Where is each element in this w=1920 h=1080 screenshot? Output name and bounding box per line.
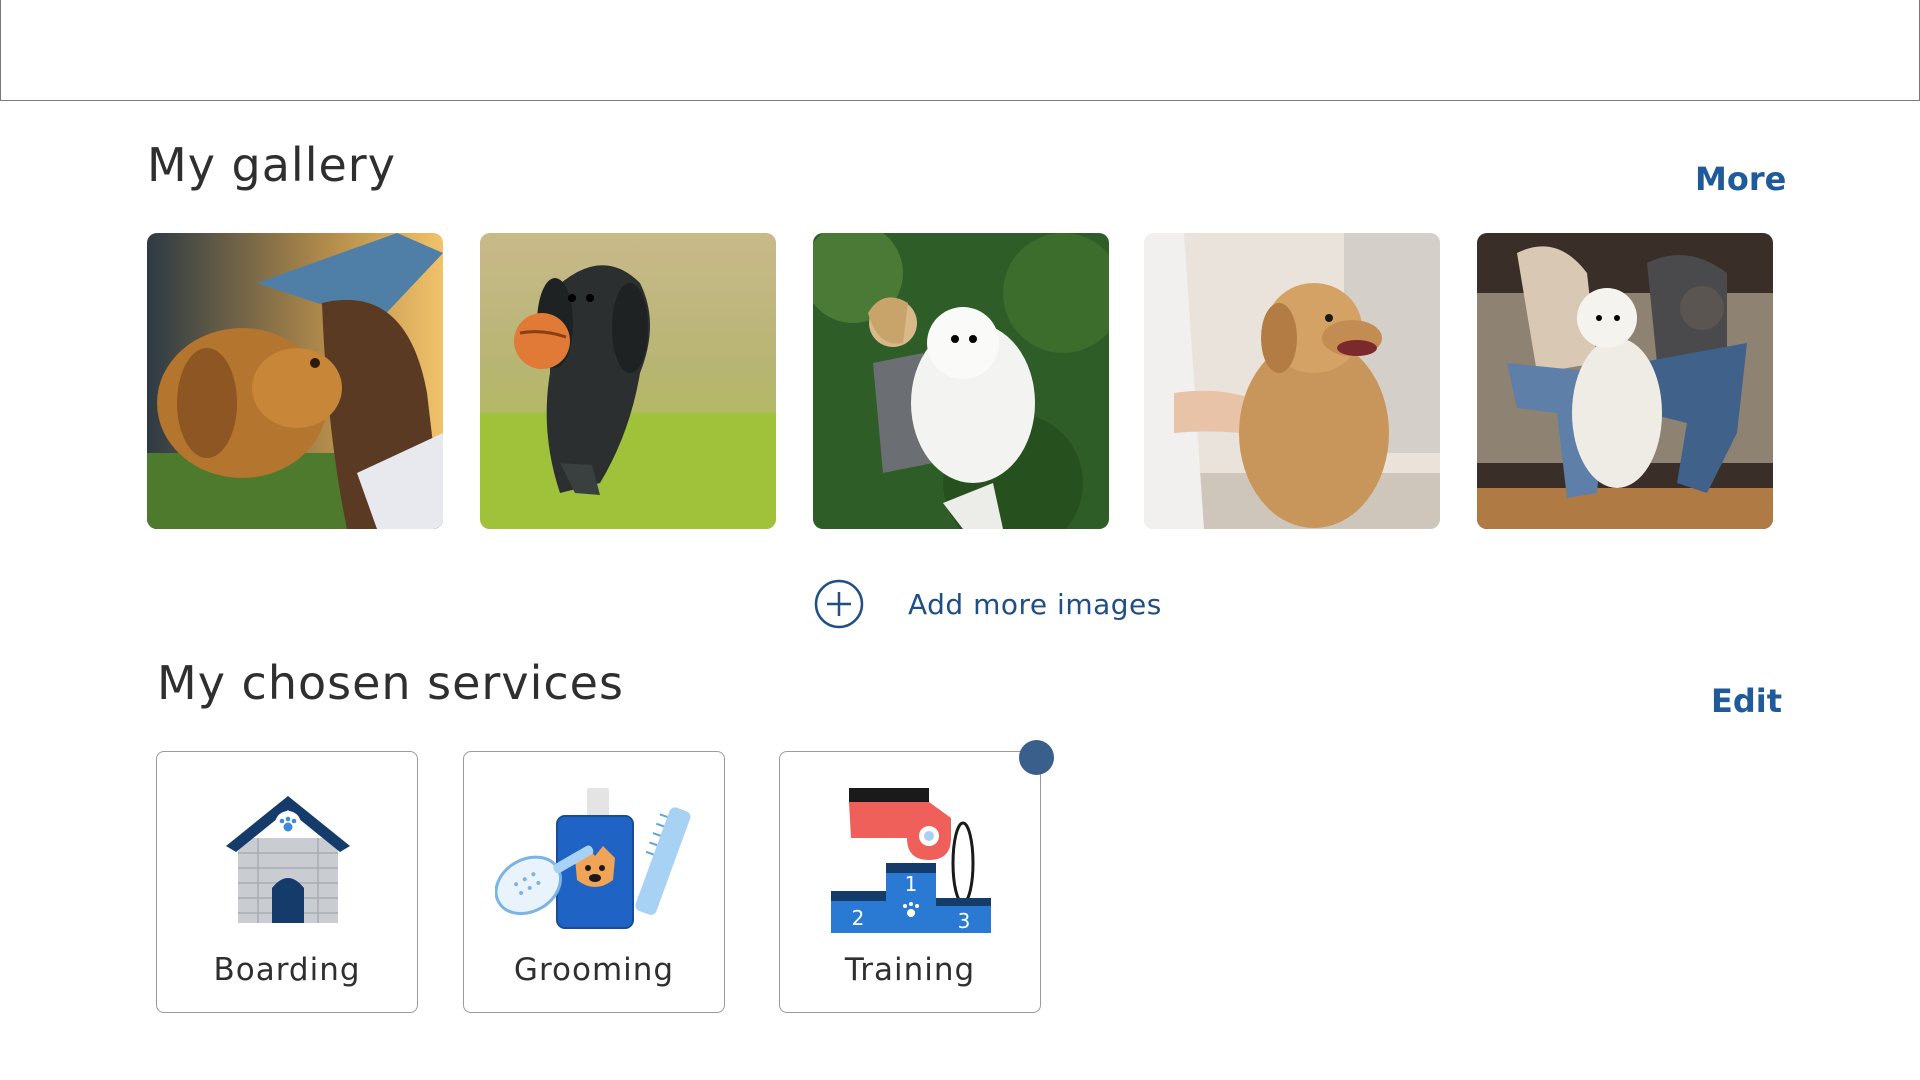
golden-retriever-with-woman-photo [147,233,443,529]
gallery-title: My gallery [147,138,396,192]
service-card-boarding[interactable]: Boarding [156,751,418,1013]
dog-house-icon [226,796,350,923]
add-more-images-label: Add more images [908,587,1162,621]
service-label-boarding: Boarding [213,952,361,988]
gallery-image-3[interactable] [813,233,1109,529]
woman-holding-samoyed-photo [813,233,1109,529]
training-podium-whistle-icon: 1 2 3 [831,788,991,933]
gallery-image-1[interactable] [147,233,443,529]
services-edit-link[interactable]: Edit [1711,682,1782,720]
top-header-bar [0,0,1920,101]
gallery-image-5[interactable] [1477,233,1773,529]
services-title: My chosen services [157,656,624,710]
gallery-image-4[interactable] [1144,233,1440,529]
service-card-grooming[interactable]: Grooming [463,751,725,1013]
podium-place-2: 2 [852,906,865,930]
grooming-kit-icon [495,788,691,929]
spaniel-running-with-ball-photo [480,233,776,529]
golden-retriever-being-petted-photo [1144,233,1440,529]
add-more-images-button[interactable]: Add more images [814,578,1162,630]
podium-place-1: 1 [905,872,918,896]
service-card-training[interactable]: 1 2 3 Training [779,751,1041,1013]
plus-circle-icon [814,579,864,629]
gallery-image-2[interactable] [480,233,776,529]
podium-place-3: 3 [958,909,971,933]
notification-dot [1019,740,1054,775]
gallery-more-link[interactable]: More [1695,160,1786,198]
couple-with-poodle-on-couch-photo [1477,233,1773,529]
service-label-training: Training [844,952,976,988]
service-label-grooming: Grooming [513,952,675,988]
